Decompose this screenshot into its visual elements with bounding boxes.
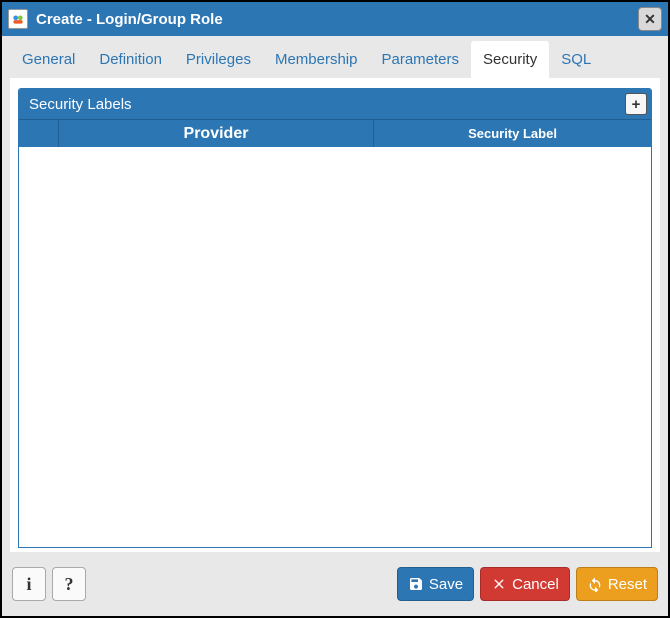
save-icon <box>408 576 424 592</box>
cancel-icon <box>491 576 507 592</box>
tab-sql[interactable]: SQL <box>549 41 603 78</box>
reset-icon <box>587 576 603 592</box>
close-icon: ✕ <box>644 12 656 26</box>
cancel-button[interactable]: Cancel <box>480 567 570 601</box>
col-blank <box>19 120 59 147</box>
tab-membership[interactable]: Membership <box>263 41 370 78</box>
window-title: Create - Login/Group Role <box>36 11 223 28</box>
col-security-label: Security Label <box>374 120 651 147</box>
panel-header: Security Labels + <box>19 89 651 119</box>
plus-icon: + <box>632 96 641 113</box>
help-icon: ? <box>65 574 74 595</box>
tab-security[interactable]: Security <box>471 41 549 78</box>
app-icon <box>8 9 28 29</box>
close-button[interactable]: ✕ <box>638 7 662 31</box>
info-button[interactable]: i <box>12 567 46 601</box>
tab-definition[interactable]: Definition <box>87 41 174 78</box>
tab-parameters[interactable]: Parameters <box>369 41 471 78</box>
save-label: Save <box>429 576 463 593</box>
save-button[interactable]: Save <box>397 567 474 601</box>
table-body <box>19 147 651 547</box>
table-header: Provider Security Label <box>19 119 651 147</box>
security-labels-panel: Security Labels + Provider Security Labe… <box>18 88 652 548</box>
tab-general[interactable]: General <box>10 41 87 78</box>
reset-label: Reset <box>608 576 647 593</box>
dialog-frame: Create - Login/Group Role ✕ General Defi… <box>0 0 670 618</box>
add-row-button[interactable]: + <box>625 93 647 115</box>
col-provider: Provider <box>59 120 374 147</box>
cancel-label: Cancel <box>512 576 559 593</box>
tab-content: Security Labels + Provider Security Labe… <box>10 78 660 552</box>
tab-privileges[interactable]: Privileges <box>174 41 263 78</box>
info-icon: i <box>26 574 31 595</box>
footer: i ? Save Cancel Reset <box>10 560 660 608</box>
titlebar: Create - Login/Group Role ✕ <box>2 2 668 36</box>
help-button[interactable]: ? <box>52 567 86 601</box>
reset-button[interactable]: Reset <box>576 567 658 601</box>
panel-title: Security Labels <box>29 96 132 113</box>
tabbar: General Definition Privileges Membership… <box>2 36 668 78</box>
